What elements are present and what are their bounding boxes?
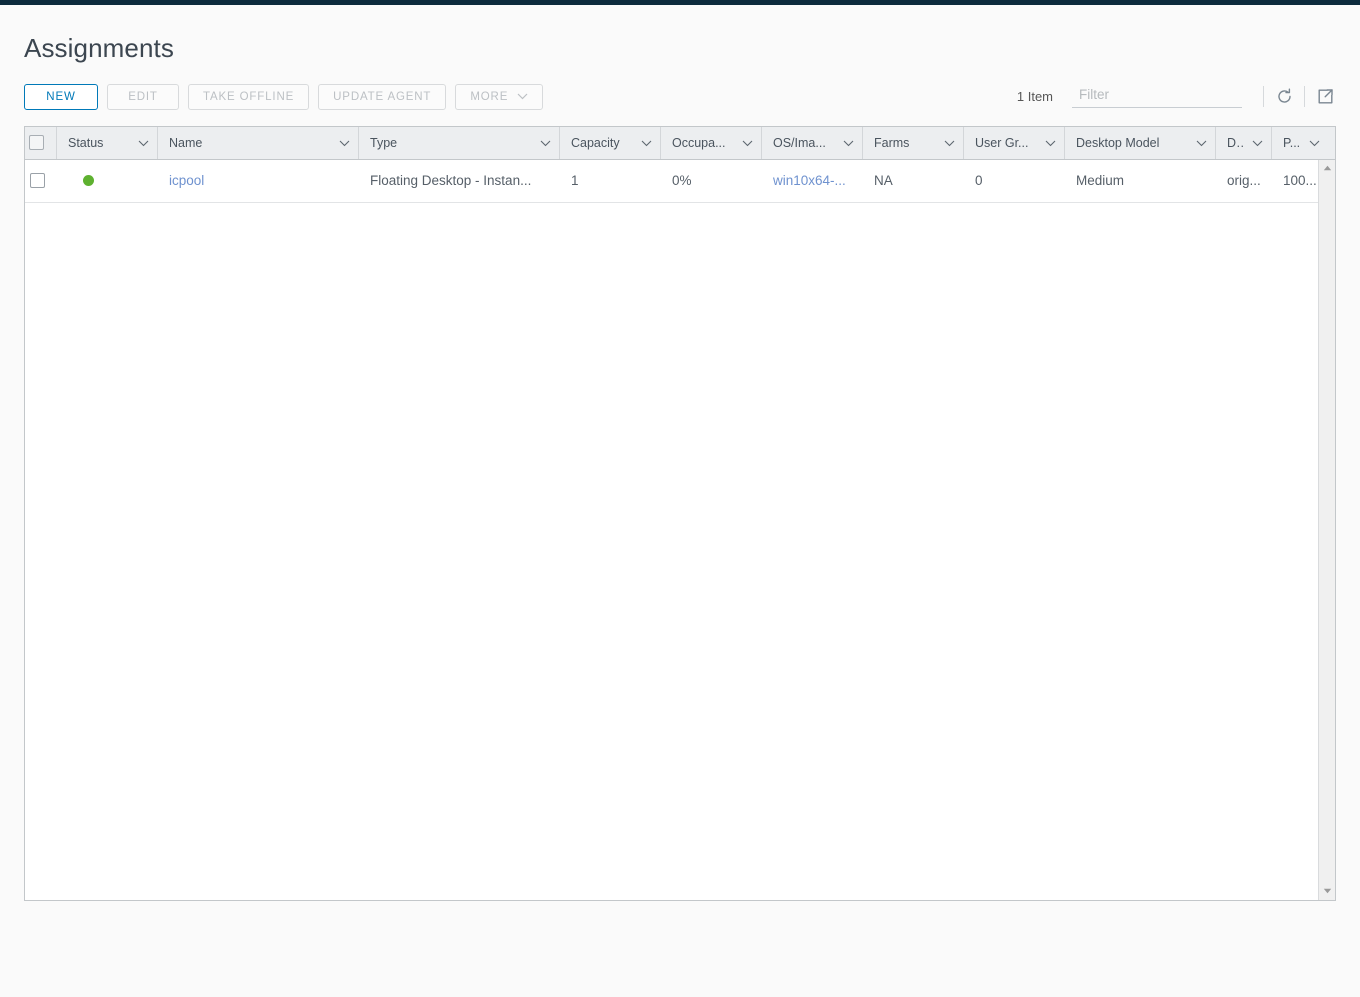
cell-name: icpool [158, 160, 359, 202]
cell-text-user_groups: 0 [975, 173, 983, 189]
caret-down-icon[interactable] [1319, 883, 1335, 900]
chevron-down-icon[interactable] [1244, 136, 1263, 150]
column-header-capacity[interactable]: Capacity [560, 126, 661, 159]
chevron-down-icon [517, 93, 528, 100]
cell-status [57, 160, 158, 202]
cell-capacity: 1 [560, 160, 661, 202]
column-header-label: Capacity [571, 135, 620, 150]
update-agent-button-label: UPDATE AGENT [333, 90, 432, 103]
column-header-label: User Gr... [975, 135, 1029, 150]
page-title: Assignments [24, 33, 174, 63]
column-header-label: Desktop Model [1076, 135, 1160, 150]
chevron-down-icon[interactable] [1037, 136, 1056, 150]
table-row[interactable]: icpool Floating Desktop - Instan... 1 0% win… [25, 160, 1335, 203]
edit-button[interactable]: EDIT [107, 83, 179, 110]
chevron-down-icon[interactable] [835, 136, 854, 150]
update-agent-button[interactable]: UPDATE AGENT [318, 83, 447, 110]
column-header-label: P... [1283, 135, 1301, 150]
status-indicator-dot [83, 175, 94, 187]
cell-text-capacity: 1 [571, 173, 579, 189]
cell-type: Floating Desktop - Instan... [359, 160, 560, 202]
row-checkbox[interactable] [29, 173, 45, 189]
column-header-label: Type [370, 135, 398, 150]
cell-text-desktop_model: Medium [1076, 173, 1125, 189]
cell-text-type: Floating Desktop - Instan... [370, 173, 532, 189]
column-header-type[interactable]: Type [359, 126, 560, 159]
new-button-label: NEW [46, 90, 76, 103]
column-header-d_col[interactable]: D... [1216, 126, 1272, 159]
vertical-scrollbar[interactable] [1318, 159, 1335, 900]
export-icon[interactable] [1314, 86, 1336, 108]
assignments-table: Status Name Type Capacity Occupa... OS/Ima...… [24, 125, 1336, 901]
select-all-checkbox[interactable] [29, 135, 44, 151]
column-header-occupancy[interactable]: Occupa... [661, 126, 762, 159]
cell-select [25, 160, 57, 202]
more-button[interactable]: MORE [455, 83, 544, 110]
chevron-down-icon[interactable] [633, 136, 652, 150]
column-header-status[interactable]: Status [57, 126, 158, 159]
cell-occupancy: 0% [661, 160, 762, 202]
column-header-label: Status [68, 135, 104, 150]
cell-d_col: orig... [1216, 160, 1272, 202]
cell-farms: NA [863, 160, 964, 202]
filter-field-wrapper [1072, 85, 1242, 109]
cell-text-d_col: orig... [1227, 173, 1261, 189]
cell-text-occupancy: 0% [672, 173, 692, 189]
column-header-name[interactable]: Name [158, 126, 359, 159]
column-header-p_col[interactable]: P... [1272, 127, 1328, 159]
chevron-down-icon[interactable] [130, 136, 149, 150]
toolbar-right-group: 1 Item [1017, 82, 1336, 112]
column-header-label: D... [1227, 135, 1244, 150]
chevron-down-icon[interactable] [936, 136, 955, 150]
chevron-down-icon[interactable] [1188, 136, 1207, 150]
chevron-down-icon[interactable] [734, 136, 753, 150]
filter-input[interactable] [1072, 85, 1242, 109]
cell-text-farms: NA [874, 173, 893, 189]
cell-desktop_model: Medium [1065, 160, 1216, 202]
cell-text-p_col: 100... [1283, 173, 1317, 189]
toolbar-divider-2 [1304, 86, 1305, 108]
column-header-desktop_model[interactable]: Desktop Model [1065, 126, 1216, 159]
column-header-label: Name [169, 135, 203, 150]
cell-os_image: win10x64-... [762, 160, 863, 202]
edit-button-label: EDIT [128, 90, 158, 103]
cell-text-os_image[interactable]: win10x64-... [773, 173, 846, 188]
cell-user_groups: 0 [964, 160, 1065, 202]
take-offline-button[interactable]: TAKE OFFLINE [188, 83, 310, 110]
column-header-user_groups[interactable]: User Gr... [964, 126, 1065, 159]
chevron-down-icon[interactable] [532, 136, 551, 150]
item-count: 1 Item [1016, 89, 1053, 105]
toolbar-divider-1 [1263, 86, 1264, 108]
column-header-farms[interactable]: Farms [863, 126, 964, 159]
column-header-label: OS/Ima... [773, 135, 826, 150]
more-button-label: MORE [470, 90, 509, 103]
page-container: Assignments NEW EDIT TAKE OFFLINE UPDATE… [0, 5, 1360, 901]
caret-up-icon[interactable] [1319, 160, 1335, 177]
select-all-header-cell[interactable] [25, 126, 57, 159]
toolbar: NEW EDIT TAKE OFFLINE UPDATE AGENT MORE … [24, 82, 1336, 112]
chevron-down-icon[interactable] [1301, 136, 1320, 150]
cell-text-name[interactable]: icpool [169, 173, 204, 188]
column-header-label: Farms [874, 135, 910, 150]
column-header-os_image[interactable]: OS/Ima... [762, 126, 863, 159]
refresh-icon[interactable] [1273, 86, 1295, 108]
table-header-row: Status Name Type Capacity Occupa... OS/Ima...… [25, 126, 1335, 160]
chevron-down-icon[interactable] [331, 136, 350, 150]
table-body: icpool Floating Desktop - Instan... 1 0% win… [25, 159, 1335, 900]
column-header-label: Occupa... [672, 135, 726, 150]
take-offline-button-label: TAKE OFFLINE [203, 90, 295, 103]
new-button[interactable]: NEW [24, 83, 98, 110]
